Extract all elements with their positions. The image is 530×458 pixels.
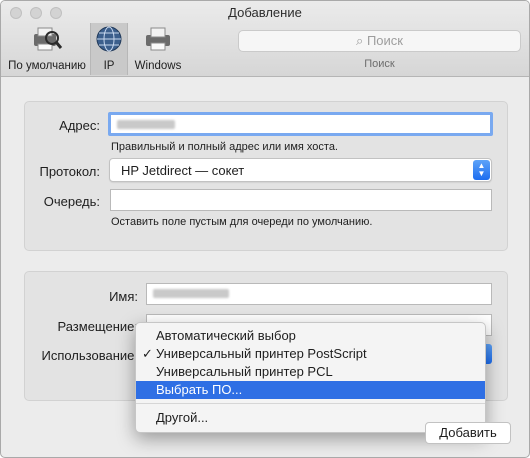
toolbar-ip-label: IP — [103, 60, 115, 72]
printer-magnifier-icon — [34, 27, 63, 51]
address-field[interactable] — [108, 112, 493, 136]
search-caption: Поиск — [364, 58, 395, 70]
use-dropdown-menu: Автоматический выбор ✓ Универсальный при… — [135, 322, 486, 433]
toolbar-ip-tab[interactable]: IP — [90, 23, 128, 75]
queue-field[interactable] — [110, 189, 492, 211]
checkmark-icon: ✓ — [142, 346, 153, 361]
add-button[interactable]: Добавить — [425, 422, 511, 444]
chevron-updown-icon: ▲ ▼ — [473, 160, 490, 180]
use-label: Использование: — [41, 348, 138, 363]
search-icon: ⌕ — [356, 33, 367, 48]
menu-item-label: Универсальный принтер PCL — [156, 364, 333, 379]
window-title: Добавление — [228, 5, 302, 20]
menu-item-postscript[interactable]: ✓ Универсальный принтер PostScript — [136, 345, 485, 363]
queue-label: Очередь: — [43, 194, 100, 209]
toolbar-default-label: По умолчанию — [8, 60, 86, 72]
menu-item-label: Универсальный принтер PostScript — [156, 346, 367, 361]
menu-item-label: Автоматический выбор — [156, 328, 296, 343]
menu-item-select-software[interactable]: Выбрать ПО... — [136, 381, 485, 399]
menu-item-label: Другой... — [156, 410, 209, 425]
toolbar-windows-label: Windows — [134, 60, 182, 72]
titlebar: Добавление По умолчанию IP Windows ⌕ Пои… — [1, 1, 529, 77]
globe-icon — [96, 26, 122, 52]
toolbar-default-tab[interactable]: По умолчанию — [6, 23, 88, 75]
search-placeholder: Поиск — [366, 33, 403, 48]
address-label: Адрес: — [59, 118, 100, 133]
protocol-value: HP Jetdirect — сокет — [121, 163, 245, 178]
protocol-label: Протокол: — [39, 164, 100, 179]
printer-icon — [146, 27, 170, 51]
protocol-popup[interactable]: HP Jetdirect — сокет ▲ ▼ — [109, 158, 492, 182]
menu-separator — [136, 403, 485, 404]
menu-item-label: Выбрать ПО... — [156, 382, 243, 397]
location-label: Размещение: — [57, 319, 138, 334]
address-hint: Правильный и полный адрес или имя хоста. — [111, 141, 338, 153]
search-field[interactable]: ⌕ Поиск — [238, 30, 521, 52]
toolbar-windows-tab[interactable]: Windows — [131, 23, 185, 75]
name-value-redacted — [153, 289, 229, 298]
add-printer-window: Добавление По умолчанию IP Windows ⌕ Пои… — [0, 0, 530, 458]
name-label: Имя: — [109, 289, 138, 304]
queue-hint: Оставить поле пустым для очереди по умол… — [111, 216, 373, 228]
menu-item-pcl[interactable]: Универсальный принтер PCL — [136, 363, 485, 381]
name-field[interactable] — [146, 283, 492, 305]
address-value-redacted — [117, 120, 175, 129]
menu-item-auto[interactable]: Автоматический выбор — [136, 327, 485, 345]
